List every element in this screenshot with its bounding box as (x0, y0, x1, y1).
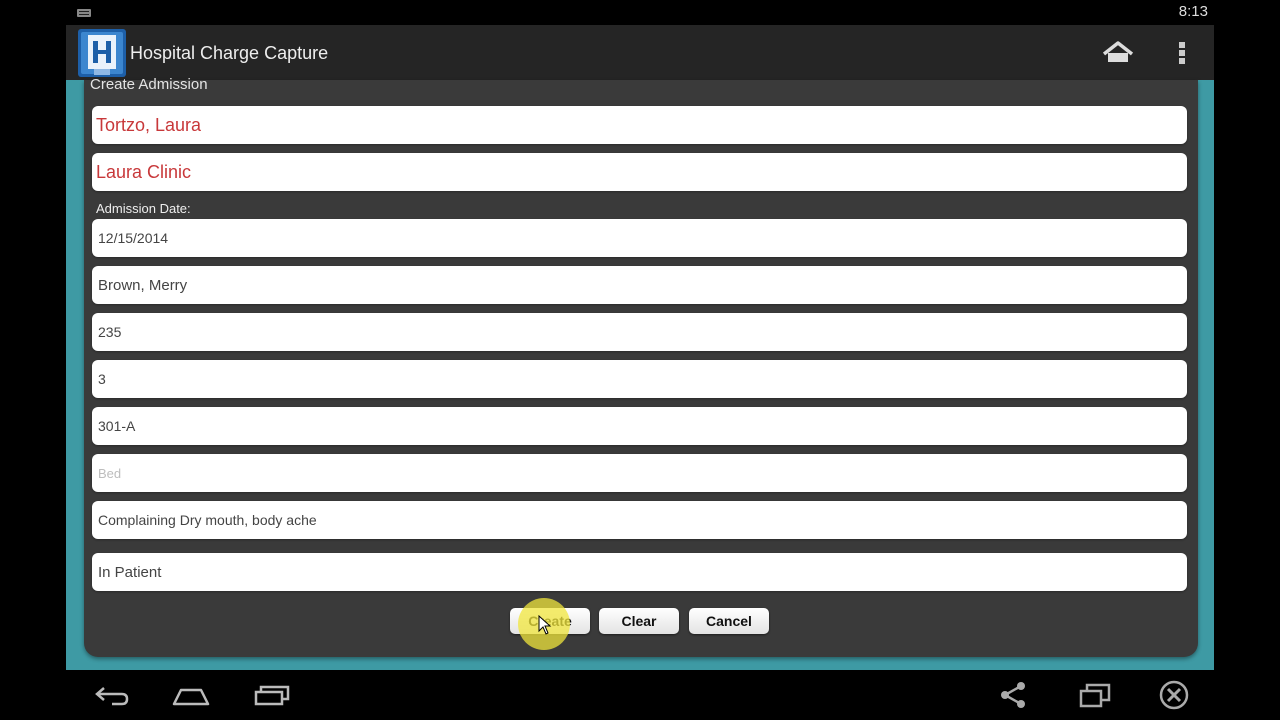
keyboard-icon (77, 9, 91, 17)
cancel-button[interactable]: Cancel (689, 608, 769, 634)
field-235[interactable]: 235 (92, 313, 1187, 351)
panel-title: Create Admission (90, 76, 208, 93)
back-icon[interactable] (92, 680, 132, 710)
home-icon[interactable] (1096, 35, 1140, 71)
admission-date-label: Admission Date: (96, 201, 191, 216)
app-title: Hospital Charge Capture (130, 43, 329, 63)
room-field[interactable]: 301-A (92, 407, 1187, 445)
physician-field[interactable]: Brown, Merry (92, 266, 1187, 304)
mouse-pointer-icon (538, 615, 552, 635)
close-icon[interactable] (1154, 680, 1194, 710)
patient-name-field[interactable]: Tortzo, Laura (92, 106, 1187, 144)
action-bar: Hospital Charge Capture (66, 25, 1214, 80)
navigation-bar (0, 672, 1280, 720)
window-icon[interactable] (1075, 680, 1115, 710)
clear-button[interactable]: Clear (599, 608, 679, 634)
admission-date-field[interactable]: 12/15/2014 (92, 219, 1187, 257)
recent-apps-icon[interactable] (252, 680, 292, 710)
field-3[interactable]: 3 (92, 360, 1187, 398)
share-icon[interactable] (993, 680, 1033, 710)
overflow-menu-icon[interactable] (1170, 35, 1194, 71)
create-admission-panel: Create Admission Tortzo, Laura Laura Cli… (84, 76, 1198, 657)
status-time: 8:13 (1178, 3, 1208, 20)
nav-home-icon[interactable] (171, 680, 211, 710)
complaint-field[interactable]: Complaining Dry mouth, body ache (92, 501, 1187, 539)
hospital-h-logo-icon[interactable] (78, 29, 126, 77)
bed-field[interactable]: Bed (92, 454, 1187, 492)
clinic-field[interactable]: Laura Clinic (92, 153, 1187, 191)
patient-type-select[interactable]: In Patient (92, 553, 1187, 591)
status-bar: 8:13 (0, 0, 1280, 25)
